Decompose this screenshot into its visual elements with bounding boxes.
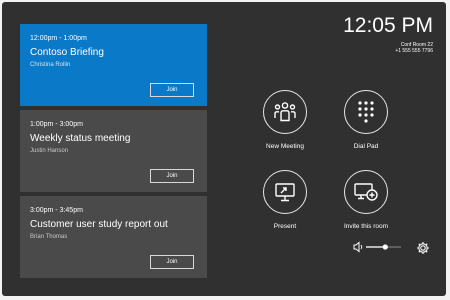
meeting-card-3[interactable]: 3:00pm - 3:45pm Customer user study repo…: [20, 196, 207, 278]
new-meeting-label: New Meeting: [266, 143, 304, 150]
meeting-time: 12:00pm - 1:00pm: [30, 35, 87, 42]
speaker-icon: [353, 241, 360, 253]
present-icon: [263, 170, 307, 214]
present-button[interactable]: Present: [245, 170, 325, 231]
invite-room-label: Invite this room: [343, 223, 389, 230]
room-phone: +1 555 555 7796: [395, 48, 433, 54]
meeting-time: 3:00pm - 3:45pm: [30, 207, 83, 214]
meeting-title: Contoso Briefing: [30, 47, 104, 58]
volume-slider[interactable]: [353, 240, 403, 254]
present-label: Present: [273, 223, 297, 230]
settings-gear-icon[interactable]: [416, 241, 430, 255]
dial-pad-button[interactable]: Dial Pad: [326, 90, 406, 151]
new-meeting-icon: [263, 90, 307, 134]
dial-pad-label: Dial Pad: [353, 143, 379, 150]
invite-room-button[interactable]: Invite this room: [326, 170, 406, 231]
dial-pad-icon: [344, 90, 388, 134]
room-console-screen: 12:00pm - 1:00pm Contoso Briefing Christ…: [2, 2, 446, 296]
join-button[interactable]: Join: [150, 83, 194, 97]
invite-room-icon: [344, 170, 388, 214]
new-meeting-button[interactable]: New Meeting: [245, 90, 325, 151]
room-info: Conf Room 22 +1 555 555 7796: [395, 42, 433, 54]
meeting-title: Customer user study report out: [30, 219, 168, 230]
meeting-card-2[interactable]: 1:00pm - 3:00pm Weekly status meeting Ju…: [20, 110, 207, 192]
meeting-organizer: Christina Rollin: [30, 62, 71, 68]
meeting-organizer: Justin Hanson: [30, 148, 69, 154]
join-button[interactable]: Join: [150, 169, 194, 183]
volume-thumb: [382, 244, 388, 250]
meeting-organizer: Brian Thomas: [30, 234, 68, 240]
join-button[interactable]: Join: [150, 255, 194, 269]
meeting-time: 1:00pm - 3:00pm: [30, 121, 83, 128]
meeting-card-1[interactable]: 12:00pm - 1:00pm Contoso Briefing Christ…: [20, 24, 207, 106]
clock: 12:05 PM: [343, 14, 433, 37]
meeting-title: Weekly status meeting: [30, 133, 131, 144]
